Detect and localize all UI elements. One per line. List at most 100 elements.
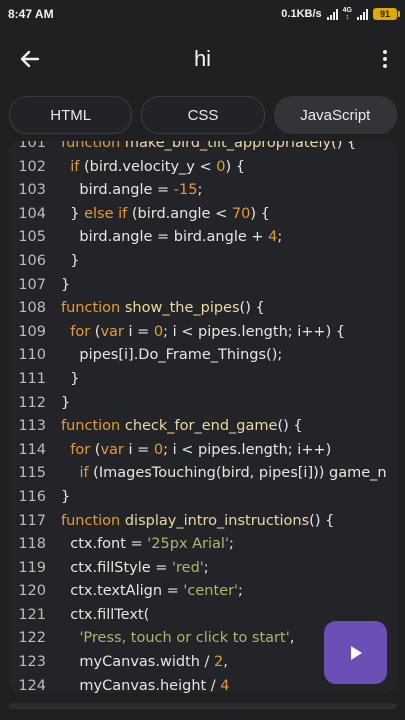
code-token: 4 (220, 677, 230, 693)
code-token: ctx.fillStyle = (61, 559, 173, 576)
status-time: 8:47 AM (8, 7, 54, 21)
horizontal-scrollbar[interactable] (9, 703, 397, 709)
code-token: ; (228, 536, 234, 553)
line-number: 106 (18, 252, 46, 269)
code-token: } (61, 488, 71, 505)
code-token: () { (239, 300, 265, 317)
line-number: 108 (18, 300, 46, 317)
code-token: for (70, 441, 91, 458)
line-text: 'Press, touch or click to start', (46, 627, 294, 651)
code-token: else if (84, 205, 128, 222)
code-line: 113 function check_for_end_game() { (9, 415, 397, 439)
line-text: bird.angle = bird.angle + 4; (46, 226, 282, 250)
code-token: 'center' (183, 583, 239, 600)
line-number: 116 (18, 488, 46, 505)
code-token: ctx.font = (61, 536, 148, 553)
line-number: 120 (18, 583, 46, 600)
code-token: display_intro_instructions (124, 512, 310, 529)
code-editor[interactable]: 101 function make_bird_tilt_appropriately… (9, 141, 397, 693)
status-indicators: 0.1KB/s 4G ↕ 91 (281, 7, 400, 21)
line-text: myCanvas.width / 2, (46, 651, 228, 675)
line-number: 123 (18, 654, 46, 671)
code-line: 102 if (bird.velocity_y < 0) { (9, 156, 397, 180)
code-token: myCanvas.width / (61, 654, 215, 671)
code-token: function (61, 512, 125, 529)
code-token: (bird.velocity_y < (79, 158, 217, 175)
code-token: 'red' (172, 559, 204, 576)
code-token: 0 (153, 323, 164, 340)
code-token: } (61, 205, 85, 222)
code-line: 107} (9, 274, 397, 298)
network-type: 4G ↕ (342, 7, 352, 21)
code-lines: 101 function make_bird_tilt_appropriately… (9, 141, 397, 693)
line-number: 109 (18, 323, 46, 340)
line-text: function make_bird_tilt_appropriately() … (46, 141, 356, 156)
line-number: 114 (18, 441, 46, 458)
line-number: 101 (18, 141, 46, 151)
run-button[interactable] (324, 621, 387, 684)
line-text: bird.angle = -15; (46, 179, 202, 203)
code-line: 109 for (var i = 0; i < pipes.length; i+… (9, 321, 397, 345)
code-token: ctx.textAlign = (61, 583, 184, 600)
line-text: ctx.font = '25px Arial'; (46, 533, 234, 557)
line-number: 111 (18, 370, 46, 387)
line-text: for (var i = 0; i < pipes.length; i++) { (46, 321, 345, 345)
signal-icon (326, 8, 338, 20)
code-token: () { (309, 512, 335, 529)
line-text: function show_the_pipes() { (46, 297, 265, 321)
code-token: make_bird_tilt_appropriately (124, 141, 332, 151)
code-token: bird.angle = (61, 182, 174, 199)
tab-javascript[interactable]: JavaScript (273, 96, 397, 134)
code-token: bird.angle = bird.angle + (61, 229, 269, 246)
code-token: function (61, 141, 125, 151)
code-token: ) { (225, 158, 245, 175)
code-token: 2 (214, 654, 224, 671)
code-token: myCanvas.height / (61, 677, 221, 693)
tab-css[interactable]: CSS (141, 96, 265, 134)
code-token: check_for_end_game (124, 418, 278, 435)
signal-icon-2 (357, 8, 368, 20)
code-line: 118 ctx.font = '25px Arial'; (9, 533, 397, 557)
code-token: , (289, 630, 295, 647)
line-number: 112 (18, 394, 46, 411)
code-token: 'Press, touch or click to start' (79, 630, 290, 647)
code-token: ; i < pipes.length; i++) { (163, 323, 346, 340)
code-token: 70 (231, 205, 251, 222)
code-token: function (61, 300, 125, 317)
code-line: 119 ctx.fillStyle = 'red'; (9, 557, 397, 581)
line-number: 121 (18, 606, 46, 623)
status-bar: 8:47 AM 0.1KB/s 4G ↕ 91 (0, 0, 405, 28)
line-text: } (46, 392, 70, 416)
code-token: if (79, 465, 89, 482)
code-token: (ImagesTouching(bird, pipes[i])) game_n (88, 465, 387, 482)
language-tabs: HTML CSS JavaScript (9, 96, 397, 134)
line-number: 102 (18, 158, 46, 175)
line-text: ctx.textAlign = 'center'; (46, 580, 243, 604)
code-line: 120 ctx.textAlign = 'center'; (9, 580, 397, 604)
line-number: 118 (18, 536, 46, 553)
code-token: } (61, 276, 71, 293)
code-token: for (70, 323, 91, 340)
line-number: 110 (18, 347, 46, 364)
line-text: function display_intro_instructions() { (46, 510, 334, 534)
code-token: ; i < pipes.length; i++) (163, 441, 332, 458)
line-number: 115 (18, 465, 46, 482)
app-bar: hi (0, 28, 405, 90)
code-token: } (61, 370, 80, 387)
line-number: 124 (18, 677, 46, 693)
line-text: } (46, 368, 79, 392)
back-arrow-icon[interactable] (18, 47, 42, 71)
line-text: } else if (bird.angle < 70) { (46, 203, 270, 227)
more-vertical-icon[interactable] (379, 46, 391, 72)
code-token: , (223, 654, 228, 671)
code-token: pipes[i].Do_Frame_Things(); (61, 347, 283, 364)
line-number: 113 (18, 418, 46, 435)
network-speed: 0.1KB/s (281, 8, 322, 20)
tab-html[interactable]: HTML (9, 96, 133, 134)
code-token: i = (123, 441, 154, 458)
line-number: 122 (18, 630, 46, 647)
code-token: ctx.fillText( (61, 606, 150, 623)
